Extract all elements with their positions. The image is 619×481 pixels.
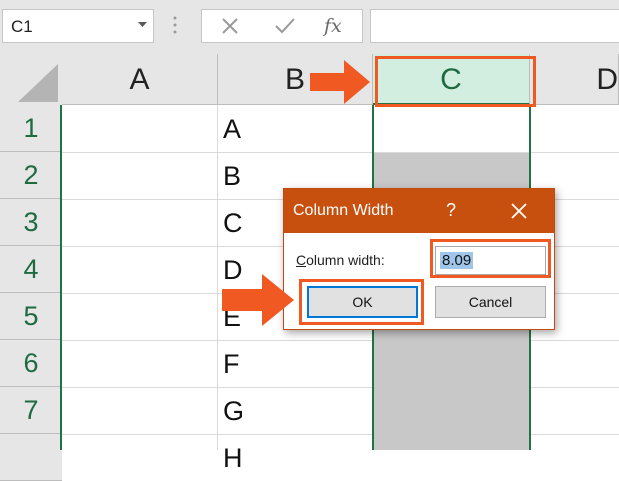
row-header-5[interactable]: 5	[0, 293, 62, 340]
gridline	[62, 434, 619, 435]
cell-b8[interactable]: H	[223, 443, 243, 474]
formula-buttons: fx	[201, 9, 363, 43]
chevron-down-icon[interactable]	[138, 22, 147, 28]
dialog-title: Column Width	[293, 202, 394, 219]
cell-b7[interactable]: G	[223, 396, 244, 427]
name-box[interactable]: C1	[2, 9, 154, 43]
column-width-label: Column width:	[296, 252, 385, 268]
arrow-right-icon	[222, 274, 294, 326]
column-width-label-text: olumn width:	[306, 252, 385, 268]
gridline	[62, 387, 619, 388]
column-header-d[interactable]: D	[530, 54, 619, 105]
gridline	[62, 152, 619, 153]
cell-b1[interactable]: A	[223, 114, 241, 145]
row-header-selection-edge	[60, 105, 62, 450]
vertical-dots-icon[interactable]	[172, 15, 178, 35]
help-button[interactable]: ?	[446, 200, 456, 221]
column-width-label-accelerator: C	[296, 252, 307, 268]
name-box-value: C1	[11, 17, 33, 36]
cell-b2[interactable]: B	[223, 161, 241, 192]
ok-highlight-box	[299, 279, 424, 325]
checkmark-icon[interactable]	[274, 16, 296, 36]
select-all-corner[interactable]	[0, 54, 62, 105]
row-header-7[interactable]: 7	[0, 387, 62, 434]
cell-b3[interactable]: C	[223, 208, 243, 239]
input-highlight-box	[430, 239, 551, 278]
dialog-title-bar[interactable]: Column Width ?	[284, 189, 554, 233]
row-header-1[interactable]: 1	[0, 105, 62, 152]
x-icon[interactable]	[220, 16, 240, 36]
gridline	[62, 340, 619, 341]
close-icon[interactable]	[510, 202, 528, 220]
arrow-right-icon	[310, 60, 370, 104]
gridline	[217, 105, 218, 450]
row-header-4[interactable]: 4	[0, 246, 62, 293]
row-header-3[interactable]: 3	[0, 199, 62, 246]
formula-bar: C1 fx	[0, 0, 619, 54]
formula-input[interactable]	[370, 9, 619, 43]
row-header-8[interactable]	[0, 434, 62, 481]
column-c-highlight-box	[375, 56, 536, 107]
row-header-6[interactable]: 6	[0, 340, 62, 387]
cancel-button[interactable]: Cancel	[435, 286, 546, 318]
row-header-2[interactable]: 2	[0, 152, 62, 199]
column-header-a[interactable]: A	[62, 54, 218, 105]
select-all-triangle-icon	[18, 64, 58, 102]
cell-b6[interactable]: F	[223, 349, 240, 380]
fx-icon[interactable]: fx	[324, 15, 342, 37]
